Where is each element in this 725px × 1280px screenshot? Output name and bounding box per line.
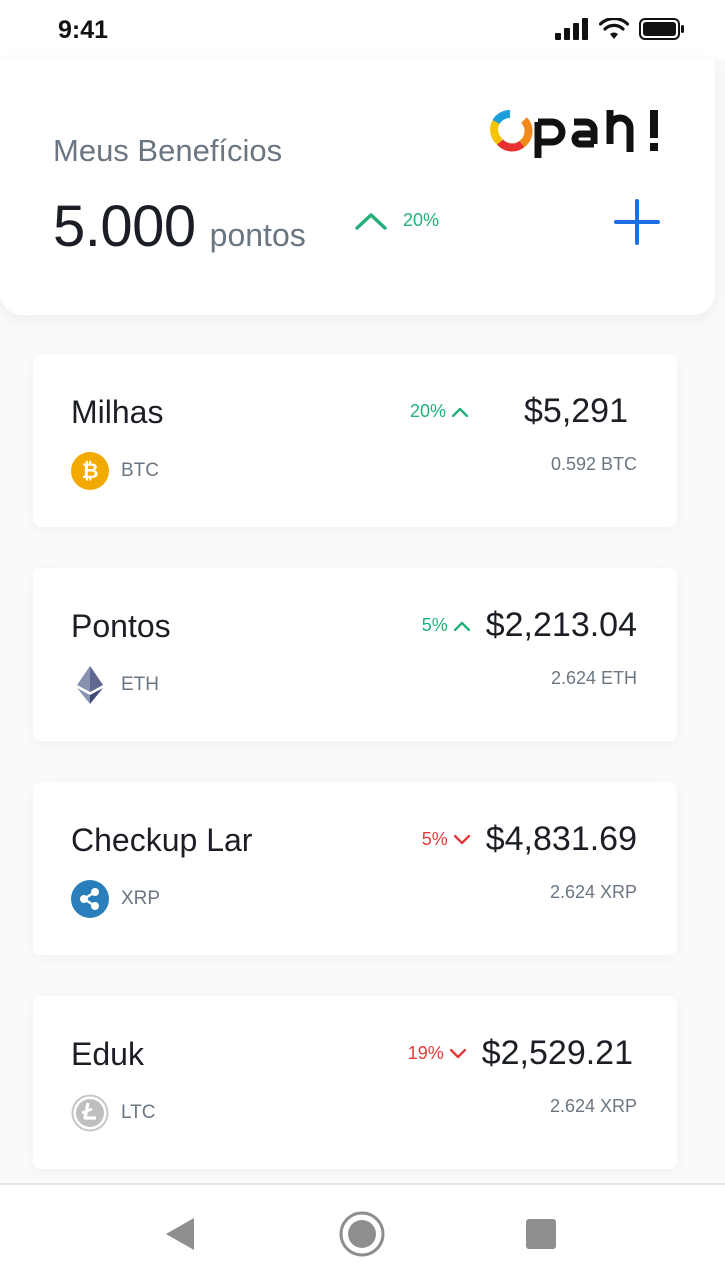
litecoin-icon	[71, 1094, 109, 1132]
wifi-icon	[599, 18, 629, 39]
signal-icon	[555, 18, 588, 40]
status-icons	[555, 18, 685, 40]
card-amount: 2.624 XRP	[549, 882, 637, 902]
card-summary: 5% $2,213.04	[422, 606, 637, 645]
points-trend: 20%	[355, 210, 439, 231]
header-card: Meus Benefícios 5.000 pontos 20%	[0, 60, 715, 315]
chevron-down-icon	[449, 1048, 466, 1058]
home-button[interactable]	[337, 1209, 387, 1259]
points-balance: 5.000 pontos	[53, 193, 306, 260]
card-summary: 19% $2,529.21	[408, 1034, 637, 1073]
change-percent: 5%	[421, 829, 448, 849]
card-value: $5,291	[524, 392, 628, 430]
card-change: 5%	[422, 829, 470, 850]
battery-icon	[639, 18, 684, 40]
trend-percent: 20%	[403, 210, 440, 230]
opah-logo	[490, 109, 658, 158]
coin-info: LTC	[71, 1094, 155, 1132]
coin-info: ₿ BTC	[71, 452, 159, 490]
status-bar: 9:41	[0, 0, 725, 60]
card-value: $2,529.21	[481, 1034, 633, 1072]
plus-icon	[614, 199, 660, 245]
points-unit: pontos	[209, 217, 306, 253]
card-summary: 20% $5,291	[410, 392, 637, 431]
benefit-card-eduk[interactable]: Eduk 19% $2,529.21 LTC 2.624 XRP	[33, 996, 677, 1169]
chevron-down-icon	[453, 834, 470, 844]
card-value: $2,213.04	[485, 606, 637, 644]
ethereum-icon	[71, 666, 109, 704]
chevron-up-icon	[452, 407, 468, 417]
coin-label: BTC	[121, 460, 159, 481]
card-name: Checkup Lar	[71, 822, 253, 858]
page-title: Meus Benefícios	[53, 133, 283, 168]
chevron-up-icon	[355, 212, 387, 230]
benefit-card-milhas[interactable]: Milhas 20% $5,291 ₿ BTC 0.592 BTC	[33, 354, 677, 527]
recents-icon	[526, 1219, 556, 1249]
status-time: 9:41	[58, 16, 109, 44]
card-amount: 2.624 ETH	[550, 668, 637, 688]
card-name: Pontos	[71, 608, 171, 644]
coin-info: XRP	[71, 880, 160, 918]
navigation-bar	[0, 1183, 725, 1280]
card-value: $4,831.69	[485, 820, 637, 858]
change-percent: 19%	[407, 1043, 444, 1063]
coin-info: ETH	[71, 666, 159, 704]
points-value: 5.000	[53, 194, 196, 259]
ripple-icon	[71, 880, 109, 918]
card-change: 20%	[410, 401, 468, 422]
card-name: Milhas	[71, 394, 164, 430]
back-button[interactable]	[155, 1209, 205, 1259]
card-amount: 0.592 BTC	[550, 454, 637, 474]
add-button[interactable]	[612, 197, 662, 247]
change-percent: 5%	[421, 615, 448, 635]
bitcoin-icon: ₿	[71, 452, 109, 490]
card-change: 19%	[408, 1043, 466, 1064]
coin-label: XRP	[121, 888, 161, 909]
coin-label: LTC	[121, 1102, 156, 1123]
benefit-card-checkup-lar[interactable]: Checkup Lar 5% $4,831.69 XRP 2.624 XRP	[33, 782, 677, 955]
card-change: 5%	[422, 615, 470, 636]
card-summary: 5% $4,831.69	[422, 820, 637, 859]
svg-text:₿: ₿	[81, 459, 98, 483]
card-name: Eduk	[71, 1036, 144, 1072]
card-amount: 2.624 XRP	[549, 1096, 637, 1116]
chevron-up-icon	[453, 621, 470, 631]
benefit-card-pontos[interactable]: Pontos 5% $2,213.04 ETH 2.624 ETH	[33, 568, 677, 741]
back-icon	[166, 1218, 194, 1250]
recents-button[interactable]	[516, 1209, 566, 1259]
home-icon	[339, 1211, 385, 1257]
change-percent: 20%	[409, 401, 446, 421]
coin-label: ETH	[121, 674, 159, 695]
